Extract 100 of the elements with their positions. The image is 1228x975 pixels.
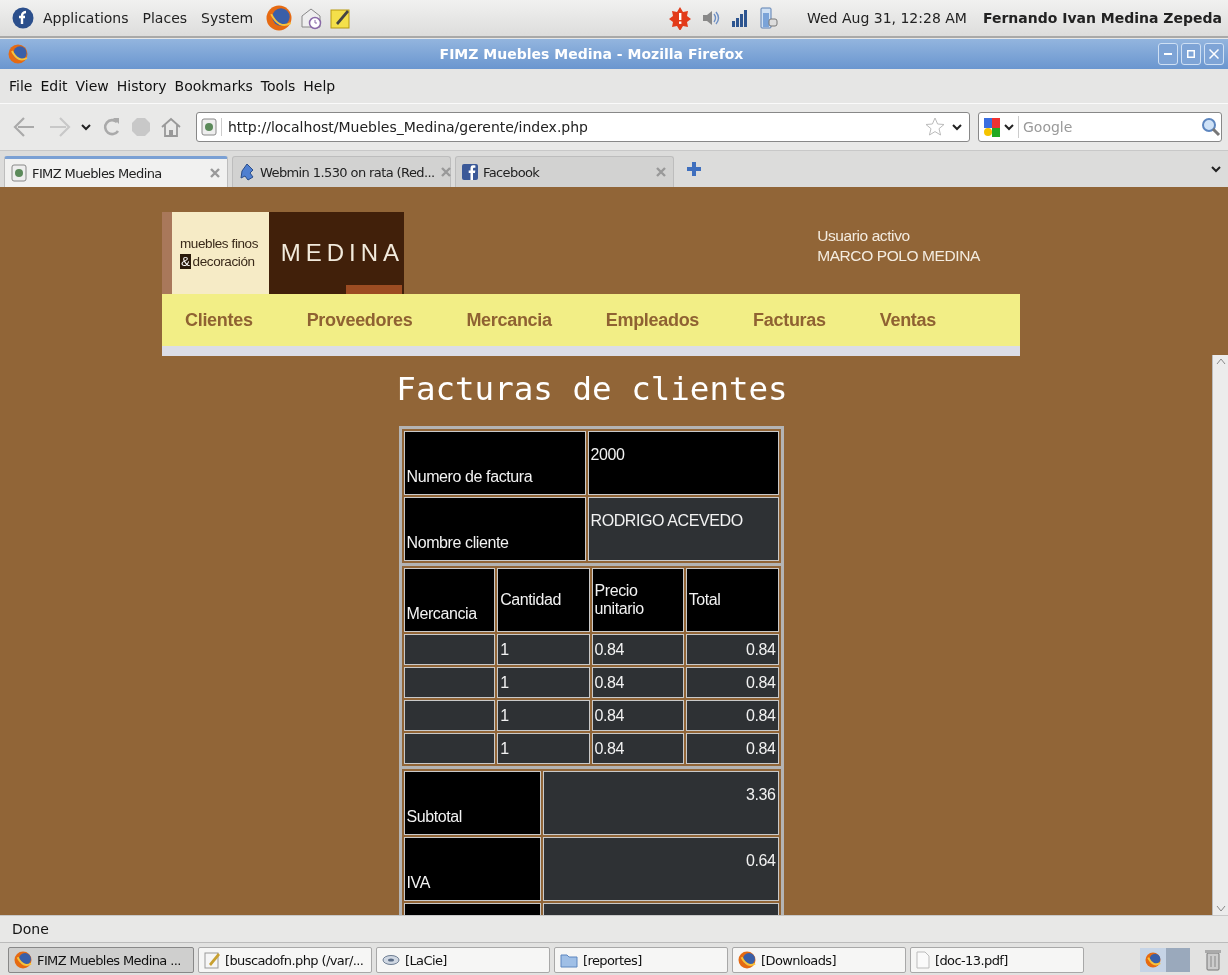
- signal-bars-icon[interactable]: [730, 8, 749, 28]
- logo-tagline: decoración: [192, 254, 255, 269]
- nav-link[interactable]: Ventas: [879, 309, 936, 331]
- column-header: Precio unitario: [591, 568, 684, 632]
- active-user-label: Usuario activo: [817, 226, 911, 246]
- address-field[interactable]: http://localhost/Muebles_Medina/gerente/index.php: [228, 119, 919, 135]
- note-pencil-icon[interactable]: [330, 7, 353, 29]
- maximize-icon: [1187, 50, 1195, 58]
- column-header: Mercancia: [403, 568, 496, 632]
- menu-item[interactable]: Edit: [36, 76, 72, 96]
- nav-link[interactable]: Proveedores: [306, 309, 413, 331]
- window-title: FIMZ Muebles Medina - Mozilla Firefox: [438, 46, 745, 62]
- browser-tab[interactable]: Webmin 1.530 on rata (Red...: [232, 156, 451, 187]
- new-tab-icon[interactable]: [686, 161, 702, 177]
- history-caret-icon[interactable]: [80, 121, 92, 133]
- user-name[interactable]: Fernando Ivan Medina Zepeda: [982, 10, 1222, 26]
- table-cell: 0.84: [685, 667, 779, 698]
- minimize-icon: [1164, 53, 1172, 55]
- close-icon: [1209, 49, 1219, 59]
- logo-tagline: muebles finos: [179, 235, 260, 253]
- search-field[interactable]: Google: [1023, 119, 1197, 135]
- table-cell: 1: [497, 700, 590, 731]
- panel-menu[interactable]: Places: [137, 8, 193, 28]
- table-cell: 1: [497, 667, 590, 698]
- page-icon: [11, 164, 27, 182]
- scrollbar[interactable]: [1212, 355, 1228, 915]
- document-icon: [916, 951, 930, 969]
- drive-icon: [382, 954, 400, 966]
- notepad-icon: [204, 951, 220, 969]
- nav-link[interactable]: Mercancia: [466, 309, 552, 331]
- home-icon[interactable]: [160, 116, 182, 138]
- total-value: 3.36: [542, 771, 779, 835]
- scroll-down-icon[interactable]: [1215, 905, 1226, 913]
- taskbar-button[interactable]: [doc-13.pdf]: [910, 947, 1084, 973]
- tab-close-icon[interactable]: [655, 166, 667, 178]
- search-engine-icon[interactable]: [983, 116, 1001, 138]
- field-value: RODRIGO ACEVEDO: [587, 497, 779, 561]
- maximize-button[interactable]: [1181, 43, 1201, 65]
- envelope-clock-icon[interactable]: [300, 6, 323, 30]
- logo-ampersand: &: [179, 254, 191, 269]
- nav-link[interactable]: Facturas: [753, 309, 826, 331]
- table-cell: 0.84: [591, 634, 684, 665]
- logo-accent-bar: [346, 285, 402, 294]
- field-label: Numero de factura: [403, 431, 586, 495]
- table-cell: 0.84: [685, 700, 779, 731]
- clock[interactable]: Wed Aug 31, 12:28 AM: [806, 10, 967, 26]
- browser-tab[interactable]: Facebook: [455, 156, 674, 187]
- panel-menu[interactable]: System: [196, 8, 259, 28]
- total-value: 0.64: [542, 837, 779, 901]
- logo-brand: MEDINA: [280, 239, 404, 267]
- page-heading: Facturas de clientes: [396, 370, 788, 408]
- site-icon: [201, 118, 217, 136]
- close-button[interactable]: [1204, 43, 1224, 65]
- trash-icon[interactable]: [1204, 948, 1222, 972]
- battery-plug-icon[interactable]: [758, 5, 779, 31]
- browser-tab[interactable]: FIMZ Muebles Medina: [4, 156, 228, 187]
- menu-item[interactable]: File: [5, 76, 37, 96]
- column-header: Cantidad: [497, 568, 590, 632]
- tab-close-icon[interactable]: [439, 166, 452, 178]
- minimize-button[interactable]: [1158, 43, 1178, 65]
- field-label: Nombre cliente: [403, 497, 586, 561]
- tab-list-caret-icon[interactable]: [1210, 163, 1222, 175]
- table-cell: 0.84: [591, 667, 684, 698]
- engine-caret-icon[interactable]: [1003, 121, 1015, 133]
- active-user-name: MARCO POLO MEDINA: [817, 246, 980, 266]
- status-text: Done: [12, 921, 49, 937]
- table-cell: 0.84: [591, 700, 684, 731]
- menu-item[interactable]: History: [112, 76, 171, 96]
- menu-item[interactable]: Tools: [256, 76, 300, 96]
- stop-icon[interactable]: [130, 116, 152, 138]
- taskbar-button[interactable]: FIMZ Muebles Medina ...: [8, 947, 194, 973]
- folder-icon: [560, 952, 578, 968]
- scroll-up-icon[interactable]: [1215, 357, 1226, 365]
- bookmark-star-icon[interactable]: [925, 117, 945, 137]
- workspace-switcher[interactable]: [1140, 948, 1190, 972]
- field-value: 2000: [587, 431, 779, 495]
- table-cell: 1: [497, 733, 590, 764]
- taskbar-button[interactable]: [reportes]: [554, 947, 728, 973]
- menu-item[interactable]: Bookmarks: [170, 76, 257, 96]
- panel-menu[interactable]: Applications: [38, 8, 134, 28]
- speaker-icon[interactable]: [700, 8, 721, 28]
- taskbar-button[interactable]: [Downloads]: [732, 947, 906, 973]
- nav-link[interactable]: Empleados: [605, 309, 700, 331]
- address-bar[interactable]: http://localhost/Muebles_Medina/gerente/index.php: [196, 112, 970, 142]
- dropdown-caret-icon[interactable]: [951, 121, 963, 133]
- menu-item[interactable]: View: [71, 76, 113, 96]
- alert-icon[interactable]: [668, 6, 691, 30]
- table-cell: 0.84: [685, 733, 779, 764]
- nav-link[interactable]: Clientes: [185, 309, 253, 331]
- column-header: Total: [685, 568, 779, 632]
- menu-item[interactable]: Help: [299, 76, 340, 96]
- table-cell: 0.84: [685, 634, 779, 665]
- total-label: Subtotal: [403, 771, 541, 835]
- table-cell: 0.84: [591, 733, 684, 764]
- taskbar-button[interactable]: [buscadofn.php (/var/...: [198, 947, 372, 973]
- taskbar-button[interactable]: [LaCie]: [376, 947, 550, 973]
- tab-close-icon[interactable]: [209, 167, 221, 179]
- search-bar[interactable]: Google: [978, 112, 1222, 142]
- table-cell: 1: [497, 634, 590, 665]
- search-icon[interactable]: [1201, 117, 1221, 137]
